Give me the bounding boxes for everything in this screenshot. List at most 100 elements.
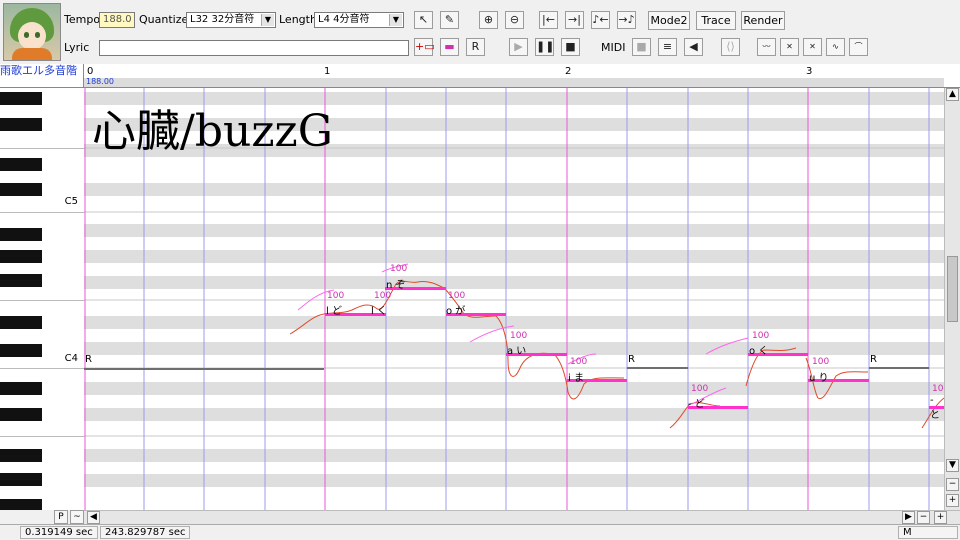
insert-pink-note-icon[interactable]: ▬ bbox=[440, 38, 459, 56]
black-key[interactable] bbox=[0, 250, 42, 263]
tempo-label: Tempo bbox=[64, 13, 101, 26]
tilde-button[interactable]: ~ bbox=[70, 510, 84, 524]
black-key[interactable] bbox=[0, 499, 42, 510]
midi-label: MIDI bbox=[601, 41, 626, 54]
toolbar: Tempo 188.0 Quantize L32 32分音符 ▼ Length … bbox=[0, 0, 960, 65]
chevron-down-icon: ▼ bbox=[389, 14, 402, 26]
black-key[interactable] bbox=[0, 344, 42, 357]
bend-icon[interactable]: ✕ bbox=[780, 38, 799, 56]
select-tool-icon[interactable]: ↖ bbox=[414, 11, 433, 29]
rest-block[interactable] bbox=[84, 368, 324, 370]
measure-number: 2 bbox=[565, 66, 572, 77]
pause-icon[interactable]: ❚❚ bbox=[535, 38, 554, 56]
ovt-icon[interactable]: ∿ bbox=[826, 38, 845, 56]
zoom-out-v-icon[interactable]: − bbox=[946, 478, 959, 491]
vibrato-icon[interactable]: ✕ bbox=[803, 38, 822, 56]
zoom-in-v-icon[interactable]: + bbox=[946, 494, 959, 507]
vertical-scrollbar[interactable]: ▲ ▼ − + bbox=[944, 88, 960, 510]
acft-icon[interactable]: 〰 bbox=[757, 38, 776, 56]
chevron-down-icon: ▼ bbox=[261, 14, 274, 26]
measure-number: 3 bbox=[806, 66, 813, 77]
midi-settings-icon[interactable]: ≡ bbox=[658, 38, 677, 56]
p-button[interactable]: P bbox=[54, 510, 68, 524]
octave-label-c4: C4 bbox=[64, 353, 78, 364]
black-key[interactable] bbox=[0, 158, 42, 171]
note-velocity: 100 bbox=[448, 291, 466, 301]
length-value: L4 4分音符 bbox=[318, 14, 370, 25]
singer-avatar[interactable] bbox=[3, 3, 61, 61]
note-velocity: 100 bbox=[691, 384, 709, 394]
note-lyric: o が bbox=[446, 306, 466, 317]
tempo-track[interactable] bbox=[84, 78, 944, 87]
singer-name: 雨歌エル多音階 bbox=[0, 64, 84, 88]
note-lyric: - と bbox=[930, 395, 940, 421]
black-key[interactable] bbox=[0, 449, 42, 462]
rest-label: R bbox=[870, 354, 877, 365]
quantize-label: Quantize bbox=[139, 13, 189, 26]
insert-rest-icon[interactable]: R bbox=[466, 38, 485, 56]
scroll-thumb[interactable] bbox=[947, 256, 958, 322]
note-velocity: 100 bbox=[812, 357, 830, 367]
lyric-input[interactable] bbox=[99, 40, 409, 56]
octave-label-c5: C5 bbox=[64, 196, 78, 207]
note-prev-icon[interactable]: ♪← bbox=[591, 11, 610, 29]
go-end-icon[interactable]: →| bbox=[565, 11, 584, 29]
black-key[interactable] bbox=[0, 92, 42, 105]
black-key[interactable] bbox=[0, 183, 42, 196]
rest-block[interactable] bbox=[627, 367, 688, 369]
zoom-out-icon[interactable]: ⊖ bbox=[505, 11, 524, 29]
length-select[interactable]: L4 4分音符 ▼ bbox=[314, 12, 404, 28]
render-button[interactable]: Render bbox=[741, 11, 785, 30]
measure-number: 0 bbox=[87, 66, 94, 77]
length-label: Length bbox=[279, 13, 317, 26]
trace-button[interactable]: Trace bbox=[696, 11, 736, 30]
scroll-right-icon[interactable]: ▶ bbox=[902, 511, 915, 524]
note-lyric: l く bbox=[371, 306, 387, 317]
scroll-down-icon[interactable]: ▼ bbox=[946, 459, 959, 472]
play-icon[interactable]: ▶ bbox=[509, 38, 528, 56]
go-start-icon[interactable]: |← bbox=[539, 11, 558, 29]
speaker-icon[interactable]: ◀ bbox=[684, 38, 703, 56]
effect-icon[interactable]: ⟨⟩ bbox=[721, 38, 740, 56]
envelope-icon[interactable]: ⌒ bbox=[849, 38, 868, 56]
cursor-time: 0.319149 sec bbox=[20, 526, 98, 539]
note-velocity: 10 bbox=[932, 384, 944, 394]
tempo-input[interactable]: 188.0 bbox=[99, 12, 135, 28]
midi-stop-icon[interactable]: ■ bbox=[632, 38, 651, 56]
note-velocity: 100 bbox=[390, 264, 408, 274]
mode2-button[interactable]: Mode2 bbox=[648, 11, 690, 30]
zoom-out-h-icon[interactable]: − bbox=[917, 511, 930, 524]
rest-label: R bbox=[85, 354, 92, 365]
note-lyric: - ど bbox=[688, 399, 705, 410]
zoom-in-icon[interactable]: ⊕ bbox=[479, 11, 498, 29]
scroll-left-icon[interactable]: ◀ bbox=[87, 511, 100, 524]
black-key[interactable] bbox=[0, 316, 42, 329]
rest-block[interactable] bbox=[869, 367, 929, 369]
tempo-marker: 188.00 bbox=[86, 77, 114, 86]
note-lyric: o く bbox=[749, 346, 769, 357]
black-key[interactable] bbox=[0, 228, 42, 241]
black-key[interactable] bbox=[0, 473, 42, 486]
status-bar: 0.319149 sec 243.829787 sec M bbox=[0, 524, 960, 540]
quantize-select[interactable]: L32 32分音符 ▼ bbox=[186, 12, 276, 28]
piano-keyboard[interactable]: C5 C4 bbox=[0, 88, 85, 510]
note-lyric: u り bbox=[809, 373, 829, 384]
zoom-in-h-icon[interactable]: + bbox=[934, 511, 947, 524]
note-lyric: n ぞ bbox=[386, 280, 406, 291]
note-velocity: 100 bbox=[752, 331, 770, 341]
note-lyric: l ど bbox=[326, 306, 342, 317]
note-velocity: 100 bbox=[570, 357, 588, 367]
pencil-tool-icon[interactable]: ✎ bbox=[440, 11, 459, 29]
song-title-overlay: 心臓/buzzG bbox=[92, 106, 333, 157]
black-key[interactable] bbox=[0, 382, 42, 395]
scroll-up-icon[interactable]: ▲ bbox=[946, 88, 959, 101]
lyric-label: Lyric bbox=[64, 41, 90, 54]
black-key[interactable] bbox=[0, 118, 42, 131]
stop-icon[interactable]: ■ bbox=[561, 38, 580, 56]
total-time: 243.829787 sec bbox=[100, 526, 191, 539]
black-key[interactable] bbox=[0, 408, 42, 421]
horizontal-scrollbar[interactable]: ◀ ▶ − + bbox=[84, 510, 960, 524]
insert-note-icon[interactable]: +▭ bbox=[414, 38, 435, 56]
note-next-icon[interactable]: →♪ bbox=[617, 11, 636, 29]
black-key[interactable] bbox=[0, 274, 42, 287]
